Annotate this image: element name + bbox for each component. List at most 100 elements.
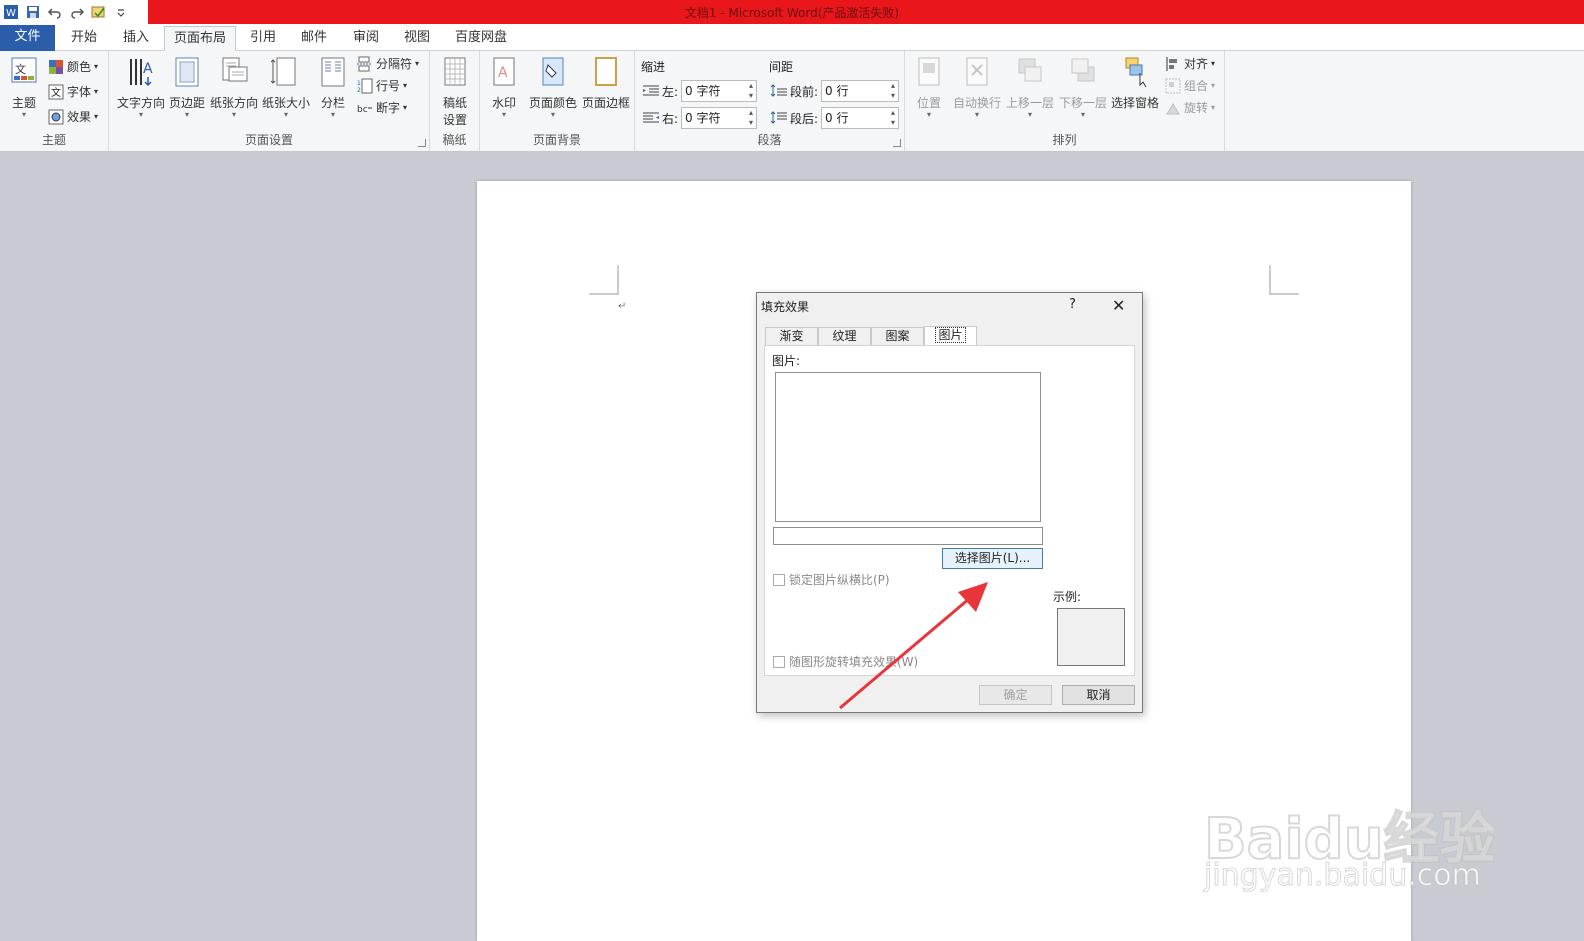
watermark-url: jingyan.baidu.com: [1204, 858, 1482, 894]
spin-arrows-icon[interactable]: ▴ ▾: [749, 81, 753, 101]
breaks-button[interactable]: 分隔符 ▾: [357, 54, 419, 74]
bring-forward-icon: [1018, 58, 1042, 82]
group-objects-label: 组合: [1184, 79, 1209, 93]
hyphenation-label: 断字: [376, 101, 401, 115]
save-icon[interactable]: [24, 3, 42, 21]
group-objects-button[interactable]: 组合 ▾: [1165, 76, 1215, 96]
spin-arrows-icon[interactable]: ▴ ▾: [891, 108, 895, 128]
spacing-after-label: 段后:: [790, 112, 819, 126]
group-theme: 文 主题 ▾ 颜色 ▾ 文 字体 ▾ 效果 ▾ 主题: [0, 51, 109, 151]
spin-arrows-icon[interactable]: ▴ ▾: [891, 81, 895, 101]
hyphenation-icon: bc: [357, 105, 372, 115]
close-icon[interactable]: ✕: [1112, 296, 1125, 315]
tab-review[interactable]: 审阅: [342, 26, 390, 51]
line-numbers-button[interactable]: 12 行号 ▾: [357, 76, 407, 96]
indent-right-label: 右:: [662, 112, 679, 126]
quick-access-toolbar: W: [2, 2, 130, 22]
line-numbers-label: 行号: [376, 79, 401, 93]
help-icon[interactable]: ?: [1069, 297, 1076, 312]
indent-title: 缩进: [641, 60, 666, 74]
tab-file[interactable]: 文件: [0, 25, 55, 51]
picture-name-field: [773, 527, 1043, 545]
spacing-title: 间距: [769, 60, 794, 74]
checkbox-box[interactable]: [773, 573, 785, 586]
bring-forward-button[interactable]: 上移一层 ▾: [1004, 55, 1056, 119]
selection-pane-button[interactable]: 选择窗格: [1109, 55, 1161, 111]
rotate-label: 旋转: [1184, 101, 1209, 115]
tab-gradient[interactable]: 渐变: [765, 327, 818, 345]
fonts-button[interactable]: 文 字体 ▾: [48, 82, 98, 102]
indent-left-icon: [643, 85, 659, 96]
tab-references[interactable]: 引用: [240, 26, 286, 51]
send-backward-label: 下移一层: [1058, 96, 1107, 110]
wrap-text-button[interactable]: 自动换行 ▾: [951, 55, 1003, 119]
tab-page-layout[interactable]: 页面布局: [164, 26, 236, 51]
tab-mailings[interactable]: 邮件: [290, 26, 338, 51]
send-backward-button[interactable]: 下移一层 ▾: [1057, 55, 1109, 119]
spacing-before-input[interactable]: 0 行 ▴ ▾: [821, 80, 899, 102]
orientation-icon: [222, 57, 248, 82]
undo-icon[interactable]: [46, 3, 64, 21]
svg-text:A: A: [498, 65, 508, 81]
svg-text:1: 1: [357, 80, 361, 87]
group-paragraph-label: 段落: [757, 133, 782, 147]
themes-button[interactable]: 文 主题 ▾: [6, 55, 42, 119]
hyphenation-button[interactable]: bc 断字 ▾: [357, 98, 407, 118]
spacing-before-icon: [771, 84, 787, 97]
theme-effects-icon: [48, 109, 64, 125]
spacing-after-icon: [771, 111, 787, 124]
position-button[interactable]: 位置 ▾: [911, 55, 947, 119]
tab-home[interactable]: 开始: [60, 26, 108, 51]
manuscript-setup-button[interactable]: 稿纸 设置: [437, 55, 473, 128]
chevron-down-icon: ▾: [21, 110, 26, 119]
align-button[interactable]: 对齐 ▾: [1165, 54, 1215, 74]
indent-right-input[interactable]: 0 字符 ▴ ▾: [681, 107, 757, 129]
rotate-button[interactable]: 旋转 ▾: [1165, 98, 1215, 118]
text-direction-button[interactable]: A 文字方向 ▾: [115, 55, 167, 119]
tab-picture[interactable]: 图片: [924, 326, 977, 346]
breaks-icon: [357, 56, 371, 72]
customize-toolbar-icon[interactable]: [112, 3, 130, 21]
page-color-button[interactable]: 页面颜色 ▾: [527, 55, 579, 119]
position-label: 位置: [916, 96, 941, 110]
theme-colors-icon: [49, 60, 63, 74]
wrap-text-label: 自动换行: [952, 96, 1001, 110]
svg-text:bc: bc: [357, 105, 368, 115]
page-color-label: 页面颜色: [528, 96, 577, 110]
watermark-button[interactable]: A 水印 ▾: [486, 55, 522, 119]
annotation-arrow: [839, 582, 988, 710]
spin-arrows-icon[interactable]: ▴ ▾: [749, 108, 753, 128]
group-manuscript: 稿纸 设置 稿纸: [430, 51, 480, 151]
checkbox-box[interactable]: [773, 655, 785, 668]
cancel-button[interactable]: 取消: [1062, 685, 1135, 705]
select-picture-button[interactable]: 选择图片(L)...: [942, 548, 1043, 569]
spelling-icon[interactable]: [90, 3, 108, 21]
send-backward-icon: [1071, 58, 1095, 82]
colors-button[interactable]: 颜色 ▾: [48, 57, 98, 77]
ribbon: 文 主题 ▾ 颜色 ▾ 文 字体 ▾ 效果 ▾ 主题 A 文字方向 ▾ 页边距 ▾: [0, 51, 1584, 152]
effects-button[interactable]: 效果 ▾: [48, 107, 98, 127]
tab-pattern[interactable]: 图案: [871, 327, 924, 345]
page-setup-dialog-launcher[interactable]: [418, 139, 426, 147]
indent-left-input[interactable]: 0 字符 ▴ ▾: [681, 80, 757, 102]
page-borders-icon: [595, 57, 617, 86]
columns-button[interactable]: 分栏 ▾: [314, 55, 352, 119]
redo-icon[interactable]: [68, 3, 86, 21]
page-borders-button[interactable]: 页面边框: [580, 55, 632, 111]
tab-insert[interactable]: 插入: [112, 26, 160, 51]
group-page-setup: A 文字方向 ▾ 页边距 ▾ 纸张方向 ▾ 纸张大小 ▾ 分栏 ▾ 分隔符▾: [109, 51, 430, 151]
group-manuscript-label: 稿纸: [442, 133, 467, 147]
orientation-button[interactable]: 纸张方向 ▾: [209, 55, 259, 119]
tab-texture[interactable]: 纹理: [818, 327, 871, 345]
paper-size-button[interactable]: 纸张大小 ▾: [261, 55, 311, 119]
themes-icon: 文: [11, 57, 37, 83]
orientation-label: 纸张方向: [209, 96, 258, 110]
paragraph-dialog-launcher[interactable]: [893, 139, 901, 147]
group-page-background: A 水印 ▾ 页面颜色 ▾ 页面边框 页面背景: [480, 51, 635, 151]
spacing-after-input[interactable]: 0 行 ▴ ▾: [821, 107, 899, 129]
tab-view[interactable]: 视图: [394, 26, 440, 51]
word-app-icon[interactable]: W: [2, 3, 20, 21]
margins-button[interactable]: 页边距 ▾: [166, 55, 208, 119]
margins-icon: [175, 57, 199, 87]
tab-baidu-netdisk[interactable]: 百度网盘: [446, 26, 516, 51]
